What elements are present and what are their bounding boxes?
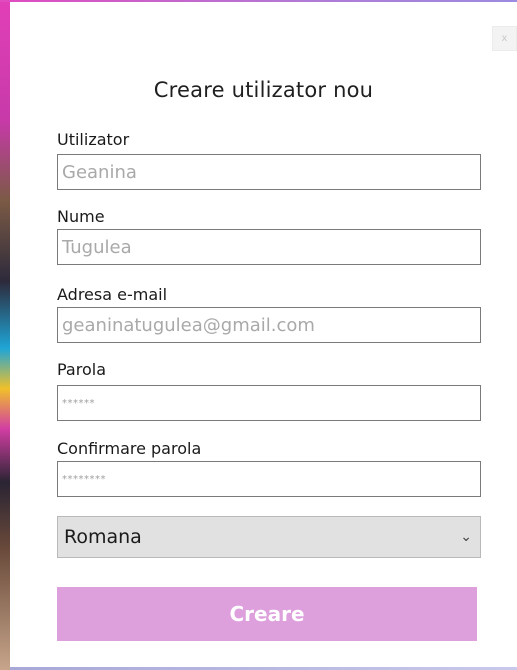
chevron-down-icon: ⌄: [460, 529, 472, 545]
close-button[interactable]: x: [492, 26, 517, 51]
password-input[interactable]: ******: [57, 385, 481, 421]
dialog-title: Creare utilizator nou: [153, 78, 374, 102]
name-value: Tugulea: [62, 236, 132, 258]
username-value: Geanina: [62, 161, 137, 183]
create-button[interactable]: Creare: [57, 587, 477, 641]
password-value: ******: [62, 397, 95, 409]
create-button-label: Creare: [229, 602, 305, 626]
confirm-password-label: Confirmare parola: [57, 439, 202, 458]
password-label: Parola: [57, 360, 106, 379]
name-input[interactable]: Tugulea: [57, 229, 481, 265]
language-selected: Romana: [64, 526, 142, 548]
background-photo-strip: [0, 0, 10, 670]
email-label: Adresa e-mail: [57, 285, 168, 304]
confirm-password-value: ********: [62, 473, 106, 485]
email-value: geaninatugulea@gmail.com: [62, 314, 315, 336]
confirm-password-input[interactable]: ********: [57, 461, 481, 497]
username-input[interactable]: Geanina: [57, 154, 481, 190]
name-label: Nume: [57, 207, 105, 226]
close-icon: x: [501, 33, 508, 44]
username-label: Utilizator: [57, 130, 130, 149]
language-select[interactable]: Romana ⌄: [57, 516, 481, 558]
email-input[interactable]: geaninatugulea@gmail.com: [57, 307, 481, 343]
create-user-dialog: x Creare utilizator nou Utilizator Geani…: [10, 2, 517, 670]
